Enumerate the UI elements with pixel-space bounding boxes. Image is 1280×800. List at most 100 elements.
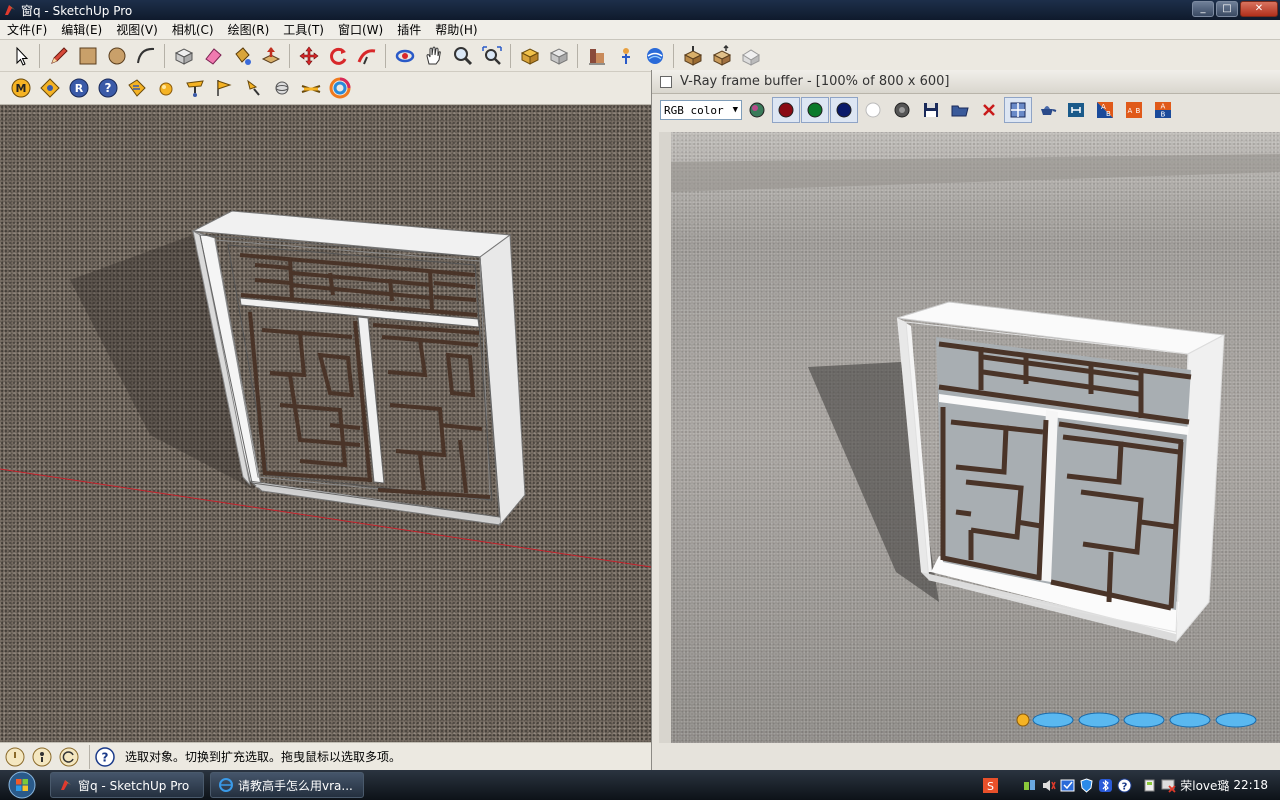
move-icon[interactable] (294, 42, 323, 69)
circle-icon[interactable] (102, 42, 131, 69)
lut-icon[interactable] (1062, 97, 1090, 123)
toolbar-separator (289, 43, 290, 68)
channel-select-value: RGB color (664, 103, 724, 117)
options-icon[interactable] (35, 75, 64, 102)
share-model-icon[interactable] (544, 42, 573, 69)
status-text: 选取对象。切换到扩充选取。拖曳鼠标以选取多项。 (125, 750, 402, 764)
help-icon[interactable]: ? (93, 75, 122, 102)
follow-me-icon[interactable] (352, 42, 381, 69)
frame-buffer-icon[interactable] (122, 75, 151, 102)
paint-bucket-icon[interactable] (227, 42, 256, 69)
menu-draw[interactable]: 绘图(R) (221, 21, 277, 38)
shield-icon[interactable] (1079, 777, 1094, 793)
pencil-icon[interactable] (44, 42, 73, 69)
taskbar-ie-label: 请教高手怎么用vra... (238, 778, 353, 793)
vray-frame-buffer-window: V-Ray frame buffer - [100% of 800 x 600]… (651, 70, 1280, 770)
menu-view[interactable]: 视图(V) (109, 21, 165, 38)
toolbar-separator (673, 43, 674, 68)
system-tray: S ? 荣love璐 22:18 (983, 770, 1280, 800)
menu-tools[interactable]: 工具(T) (276, 21, 331, 38)
vray-logo-icon[interactable] (325, 75, 354, 102)
dome-light-icon[interactable] (267, 75, 296, 102)
status-bar: ? 选取对象。切换到扩充选取。拖曳鼠标以选取多项。 (0, 742, 656, 770)
toggle-terrain-icon[interactable] (611, 42, 640, 69)
menu-edit[interactable]: 编辑(E) (54, 21, 109, 38)
status-separator (89, 744, 90, 769)
compare-b-icon[interactable]: AB (1149, 97, 1177, 123)
menu-file[interactable]: 文件(F) (0, 21, 54, 38)
credits-icon[interactable] (31, 746, 53, 768)
network-icon[interactable] (1022, 778, 1037, 793)
compare-ab-icon[interactable]: AB (1120, 97, 1148, 123)
input-method-icon[interactable]: S (983, 777, 999, 793)
menu-camera[interactable]: 相机(C) (165, 21, 221, 38)
render-last-icon[interactable] (1033, 97, 1061, 123)
menu-bar: 文件(F) 编辑(E) 视图(V) 相机(C) 绘图(R) 工具(T) 窗口(W… (0, 20, 1280, 40)
taskbar-sketchup-button[interactable]: 窗q - SketchUp Pro (50, 772, 204, 798)
infinite-plane-icon[interactable] (296, 75, 325, 102)
windows-taskbar: 窗q - SketchUp Pro 请教高手怎么用vra... S ? 荣lov… (0, 770, 1280, 800)
warehouse-icon[interactable] (736, 42, 765, 69)
alpha-channel-icon[interactable] (859, 97, 887, 123)
volume-icon[interactable] (1041, 778, 1056, 793)
render-icon[interactable]: R (64, 75, 93, 102)
region-render-icon[interactable] (1004, 97, 1032, 123)
channel-select[interactable]: RGB color ▼ (660, 100, 742, 120)
vfb-window-icon (660, 75, 672, 88)
google-earth-icon[interactable] (640, 42, 669, 69)
display-warning-icon[interactable] (1161, 778, 1176, 793)
security-center-icon[interactable] (1060, 778, 1075, 793)
spot-light-icon[interactable] (209, 75, 238, 102)
taskbar-clock[interactable]: 22:18 (1233, 778, 1268, 792)
clear-icon[interactable] (975, 97, 1003, 123)
blue-channel-icon[interactable] (830, 97, 858, 123)
place-model-icon[interactable] (678, 42, 707, 69)
omni-light-icon[interactable] (180, 75, 209, 102)
menu-plugins[interactable]: 插件 (390, 21, 428, 38)
start-button[interactable] (0, 770, 44, 800)
make-component-icon[interactable] (169, 42, 198, 69)
vfb-render-canvas[interactable] (671, 132, 1280, 743)
vfb-title: V-Ray frame buffer - [100% of 800 x 600] (680, 74, 950, 89)
open-icon[interactable] (946, 97, 974, 123)
get-models-icon[interactable] (515, 42, 544, 69)
monochrome-icon[interactable] (888, 97, 916, 123)
export-model-icon[interactable] (707, 42, 736, 69)
color-swatch-icon[interactable] (743, 97, 771, 123)
sphere-icon[interactable] (151, 75, 180, 102)
zoom-extents-icon[interactable] (477, 42, 506, 69)
usb-device-icon[interactable] (1142, 778, 1157, 793)
menu-window[interactable]: 窗口(W) (331, 21, 390, 38)
instructor-help-icon[interactable]: ? (94, 746, 116, 768)
close-button[interactable]: ✕ (1240, 1, 1278, 17)
bluetooth-icon[interactable] (1098, 778, 1113, 793)
ies-light-icon[interactable] (238, 75, 267, 102)
minimize-button[interactable]: _ (1192, 1, 1214, 17)
push-pull-icon[interactable] (256, 42, 285, 69)
zoom-icon[interactable] (448, 42, 477, 69)
modeling-viewport[interactable] (0, 105, 651, 742)
taskbar-ie-button[interactable]: 请教高手怎么用vra... (210, 772, 364, 798)
save-icon[interactable] (917, 97, 945, 123)
window-controls: _ □ ✕ (1192, 1, 1278, 17)
red-channel-icon[interactable] (772, 97, 800, 123)
compare-a-icon[interactable]: AB (1091, 97, 1119, 123)
menu-help[interactable]: 帮助(H) (428, 21, 484, 38)
rotate-icon[interactable] (323, 42, 352, 69)
pan-icon[interactable] (419, 42, 448, 69)
material-editor-icon[interactable]: M (6, 75, 35, 102)
orbit-icon[interactable] (390, 42, 419, 69)
vfb-history-strip[interactable] (1011, 708, 1271, 734)
vfb-left-strip (659, 132, 671, 743)
geo-location-icon[interactable] (4, 746, 26, 768)
svg-text:?: ? (1122, 781, 1128, 792)
eraser-icon[interactable] (198, 42, 227, 69)
select-icon[interactable] (6, 42, 35, 69)
sign-in-icon[interactable] (58, 746, 80, 768)
rectangle-icon[interactable] (73, 42, 102, 69)
green-channel-icon[interactable] (801, 97, 829, 123)
maximize-button[interactable]: □ (1216, 1, 1238, 17)
help-tray-icon[interactable]: ? (1117, 778, 1132, 793)
arc-icon[interactable] (131, 42, 160, 69)
get-current-view-icon[interactable] (582, 42, 611, 69)
